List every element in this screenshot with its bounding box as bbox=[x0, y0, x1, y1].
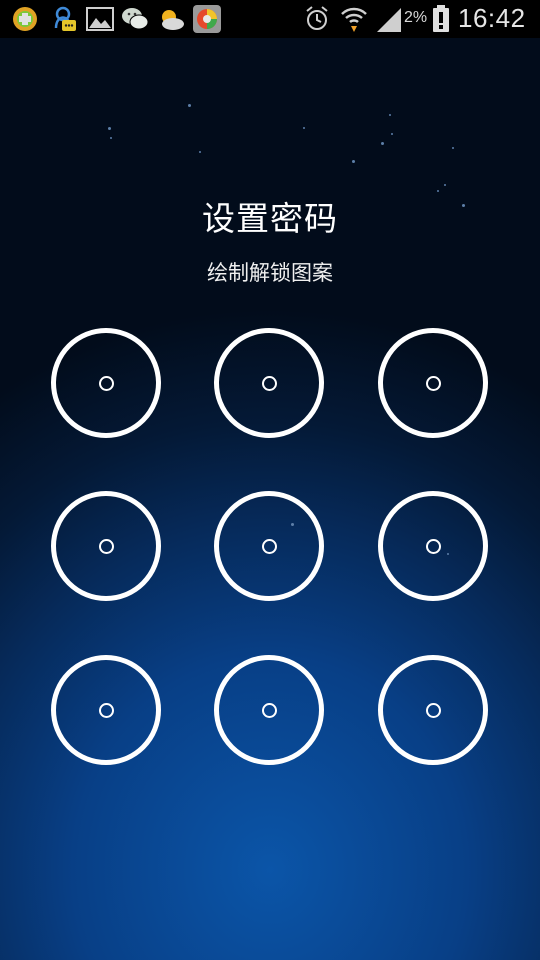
node-center-dot bbox=[98, 702, 114, 718]
star-decoration bbox=[108, 127, 111, 130]
star-decoration bbox=[352, 160, 355, 163]
cell-signal-icon bbox=[377, 8, 401, 32]
star-decoration bbox=[444, 184, 446, 186]
status-bar: 2% 16:42 bbox=[0, 0, 540, 38]
node-center-dot bbox=[261, 375, 277, 391]
browser-app-icon bbox=[193, 5, 221, 33]
star-decoration bbox=[381, 142, 384, 145]
node-center-dot bbox=[261, 702, 277, 718]
wifi-icon bbox=[341, 7, 367, 32]
node-center-dot bbox=[425, 702, 441, 718]
pattern-node-3[interactable] bbox=[378, 328, 488, 438]
pattern-node-7[interactable] bbox=[51, 655, 161, 765]
page-subtitle: 绘制解锁图案 bbox=[207, 261, 333, 285]
node-center-dot bbox=[98, 538, 114, 554]
status-clock: 16:42 bbox=[458, 3, 526, 33]
qq-chat-icon bbox=[54, 6, 76, 31]
node-center-dot bbox=[98, 375, 114, 391]
star-decoration bbox=[391, 133, 393, 135]
star-decoration bbox=[188, 104, 191, 107]
star-decoration bbox=[110, 137, 112, 139]
star-decoration bbox=[452, 147, 454, 149]
node-center-dot bbox=[425, 538, 441, 554]
pattern-node-6[interactable] bbox=[378, 491, 488, 601]
star-decoration bbox=[199, 151, 201, 153]
lock-screen: 2% 16:42 设置密码 绘制解锁图案 bbox=[0, 0, 540, 960]
star-decoration bbox=[389, 114, 391, 116]
game-app-icon bbox=[13, 7, 37, 31]
page-title: 设置密码 bbox=[202, 199, 338, 238]
node-center-dot bbox=[261, 538, 277, 554]
alarm-icon bbox=[306, 6, 328, 30]
wechat-icon bbox=[122, 8, 149, 30]
pattern-node-1[interactable] bbox=[51, 328, 161, 438]
node-center-dot bbox=[425, 375, 441, 391]
pattern-node-9[interactable] bbox=[378, 655, 488, 765]
pattern-node-2[interactable] bbox=[214, 328, 324, 438]
battery-percent: 2% bbox=[404, 9, 428, 26]
gallery-icon bbox=[86, 7, 114, 31]
battery-low-icon bbox=[433, 5, 449, 32]
star-decoration bbox=[303, 127, 305, 129]
weather-icon bbox=[162, 10, 184, 30]
pattern-node-8[interactable] bbox=[214, 655, 324, 765]
pattern-node-5[interactable] bbox=[214, 491, 324, 601]
pattern-node-4[interactable] bbox=[51, 491, 161, 601]
